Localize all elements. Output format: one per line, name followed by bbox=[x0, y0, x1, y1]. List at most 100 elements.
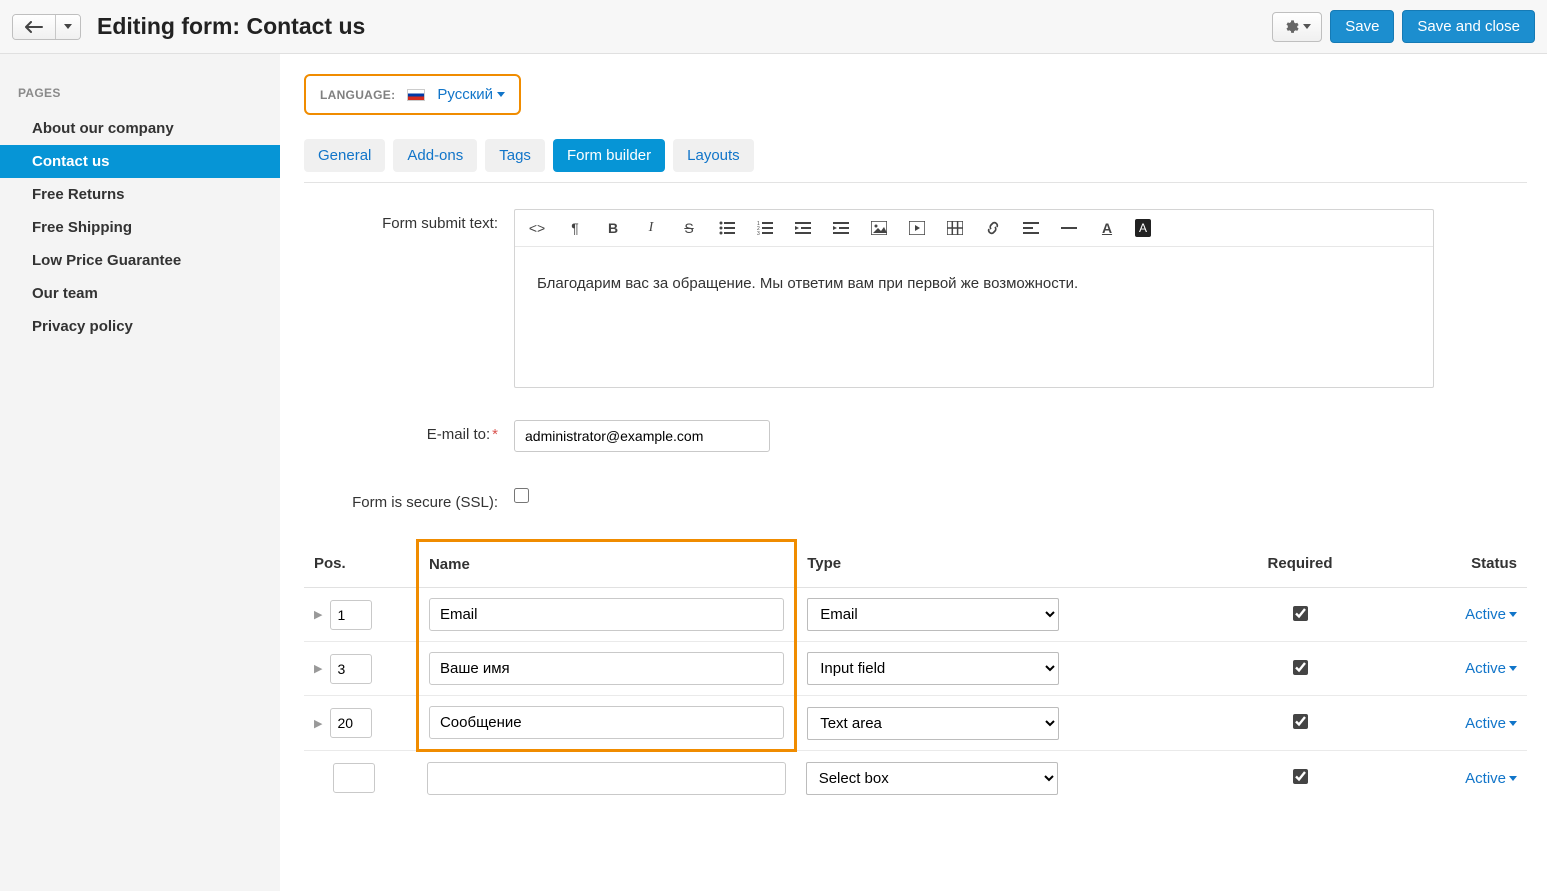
status-dropdown[interactable]: Active bbox=[1465, 770, 1517, 787]
settings-button[interactable] bbox=[1272, 12, 1322, 42]
required-checkbox[interactable] bbox=[1293, 769, 1308, 784]
tab[interactable]: General bbox=[304, 139, 385, 172]
email-to-label: E-mail to:* bbox=[304, 420, 514, 443]
th-status: Status bbox=[1376, 541, 1527, 588]
editor-toolbar: <> ¶ B I S 123 A A bbox=[515, 210, 1433, 247]
status-dropdown[interactable]: Active bbox=[1465, 660, 1517, 677]
position-input[interactable] bbox=[330, 600, 372, 630]
th-required: Required bbox=[1224, 541, 1375, 588]
outdent-icon[interactable] bbox=[793, 218, 813, 238]
align-icon[interactable] bbox=[1021, 218, 1041, 238]
field-name-input[interactable] bbox=[429, 706, 784, 739]
ordered-list-icon[interactable]: 123 bbox=[755, 218, 775, 238]
unordered-list-icon[interactable] bbox=[717, 218, 737, 238]
sidebar: PAGES About our companyContact usFree Re… bbox=[0, 54, 280, 891]
table-icon[interactable] bbox=[945, 218, 965, 238]
caret-down-icon bbox=[1303, 24, 1311, 29]
position-input[interactable] bbox=[330, 708, 372, 738]
language-name-dropdown[interactable]: Русский bbox=[437, 86, 505, 103]
sidebar-item-label[interactable]: Contact us bbox=[32, 153, 110, 170]
sidebar-item-label[interactable]: Low Price Guarantee bbox=[32, 252, 181, 269]
language-selector[interactable]: LANGUAGE: Русский bbox=[304, 74, 521, 115]
expand-row-icon[interactable]: ▶ bbox=[314, 717, 322, 730]
tab[interactable]: Add-ons bbox=[393, 139, 477, 172]
back-button[interactable] bbox=[13, 15, 55, 39]
sidebar-item[interactable]: Privacy policy bbox=[0, 310, 280, 343]
strikethrough-icon[interactable]: S bbox=[679, 218, 699, 238]
page-title: Editing form: Contact us bbox=[97, 13, 365, 40]
caret-down-icon bbox=[1509, 776, 1517, 781]
sidebar-item[interactable]: Free Shipping bbox=[0, 211, 280, 244]
caret-down-icon bbox=[1509, 666, 1517, 671]
main-layout: PAGES About our companyContact usFree Re… bbox=[0, 54, 1547, 891]
position-input[interactable] bbox=[330, 654, 372, 684]
table-row: ▶ EmailInput fieldText areaSelect box Acti… bbox=[304, 588, 1527, 642]
italic-icon[interactable]: I bbox=[641, 218, 661, 238]
save-and-close-button[interactable]: Save and close bbox=[1402, 10, 1535, 43]
sidebar-item[interactable]: Contact us bbox=[0, 145, 280, 178]
sidebar-list: About our company Contact us Free Returns F… bbox=[0, 112, 280, 343]
top-bar-left: Editing form: Contact us bbox=[12, 13, 365, 40]
table-row: EmailInput fieldText areaSelect box Activ… bbox=[304, 751, 1527, 806]
video-icon[interactable] bbox=[907, 218, 927, 238]
form-submit-text-row: Form submit text: <> ¶ B I S 123 bbox=[304, 209, 1527, 388]
sidebar-item-label[interactable]: Free Shipping bbox=[32, 219, 132, 236]
status-dropdown[interactable]: Active bbox=[1465, 715, 1517, 732]
rich-text-editor: <> ¶ B I S 123 A A bbox=[514, 209, 1434, 388]
required-checkbox[interactable] bbox=[1293, 606, 1308, 621]
email-to-input[interactable] bbox=[514, 420, 770, 452]
table-row: ▶ EmailInput fieldText areaSelect box Acti… bbox=[304, 642, 1527, 696]
top-bar: Editing form: Contact us Save Save and c… bbox=[0, 0, 1547, 54]
indent-icon[interactable] bbox=[831, 218, 851, 238]
tab[interactable]: Form builder bbox=[553, 139, 665, 172]
ssl-checkbox[interactable] bbox=[514, 488, 529, 503]
position-input[interactable] bbox=[333, 763, 375, 793]
expand-row-icon[interactable]: ▶ bbox=[314, 662, 322, 675]
sidebar-item-label[interactable]: Free Returns bbox=[32, 186, 125, 203]
field-name-input[interactable] bbox=[429, 598, 784, 631]
sidebar-item[interactable]: Low Price Guarantee bbox=[0, 244, 280, 277]
sidebar-item[interactable]: About our company bbox=[0, 112, 280, 145]
caret-down-icon bbox=[1509, 612, 1517, 617]
field-type-select[interactable]: EmailInput fieldText areaSelect box bbox=[807, 707, 1059, 740]
sidebar-item-label[interactable]: About our company bbox=[32, 120, 174, 137]
text-color-icon[interactable]: A bbox=[1097, 218, 1117, 238]
sidebar-item[interactable]: Free Returns bbox=[0, 178, 280, 211]
th-pos: Pos. bbox=[304, 541, 417, 588]
main-content: LANGUAGE: Русский GeneralAdd-onsTagsForm… bbox=[280, 54, 1547, 891]
sidebar-item[interactable]: Our team bbox=[0, 277, 280, 310]
ssl-row: Form is secure (SSL): bbox=[304, 488, 1527, 511]
link-icon[interactable] bbox=[983, 218, 1003, 238]
tab[interactable]: Layouts bbox=[673, 139, 754, 172]
expand-row-icon[interactable]: ▶ bbox=[314, 608, 322, 621]
top-bar-right: Save Save and close bbox=[1272, 10, 1535, 43]
field-name-input[interactable] bbox=[429, 652, 784, 685]
field-name-input[interactable] bbox=[427, 762, 785, 795]
sidebar-item-label[interactable]: Privacy policy bbox=[32, 318, 133, 335]
th-type: Type bbox=[796, 541, 1225, 588]
caret-down-icon bbox=[64, 24, 72, 29]
tab[interactable]: Tags bbox=[485, 139, 545, 172]
save-button[interactable]: Save bbox=[1330, 10, 1394, 43]
field-type-select[interactable]: EmailInput fieldText areaSelect box bbox=[807, 652, 1059, 685]
sidebar-item-label[interactable]: Our team bbox=[32, 285, 98, 302]
image-icon[interactable] bbox=[869, 218, 889, 238]
back-dropdown-button[interactable] bbox=[55, 15, 80, 39]
horizontal-rule-icon[interactable] bbox=[1059, 218, 1079, 238]
code-view-icon[interactable]: <> bbox=[527, 218, 547, 238]
required-checkbox[interactable] bbox=[1293, 660, 1308, 675]
status-label: Active bbox=[1465, 715, 1506, 732]
back-button-group bbox=[12, 14, 81, 40]
paragraph-icon[interactable]: ¶ bbox=[565, 218, 585, 238]
editor-content[interactable]: Благодарим вас за обращение. Мы ответим … bbox=[515, 247, 1433, 387]
tabs: GeneralAdd-onsTagsForm builderLayouts bbox=[304, 139, 1527, 183]
background-color-icon[interactable]: A bbox=[1135, 219, 1151, 237]
required-indicator: * bbox=[492, 426, 498, 443]
status-label: Active bbox=[1465, 606, 1506, 623]
bold-icon[interactable]: B bbox=[603, 218, 623, 238]
field-type-select[interactable]: EmailInput fieldText areaSelect box bbox=[806, 762, 1058, 795]
required-checkbox[interactable] bbox=[1293, 714, 1308, 729]
field-type-select[interactable]: EmailInput fieldText areaSelect box bbox=[807, 598, 1059, 631]
caret-down-icon bbox=[497, 92, 505, 97]
status-dropdown[interactable]: Active bbox=[1465, 606, 1517, 623]
